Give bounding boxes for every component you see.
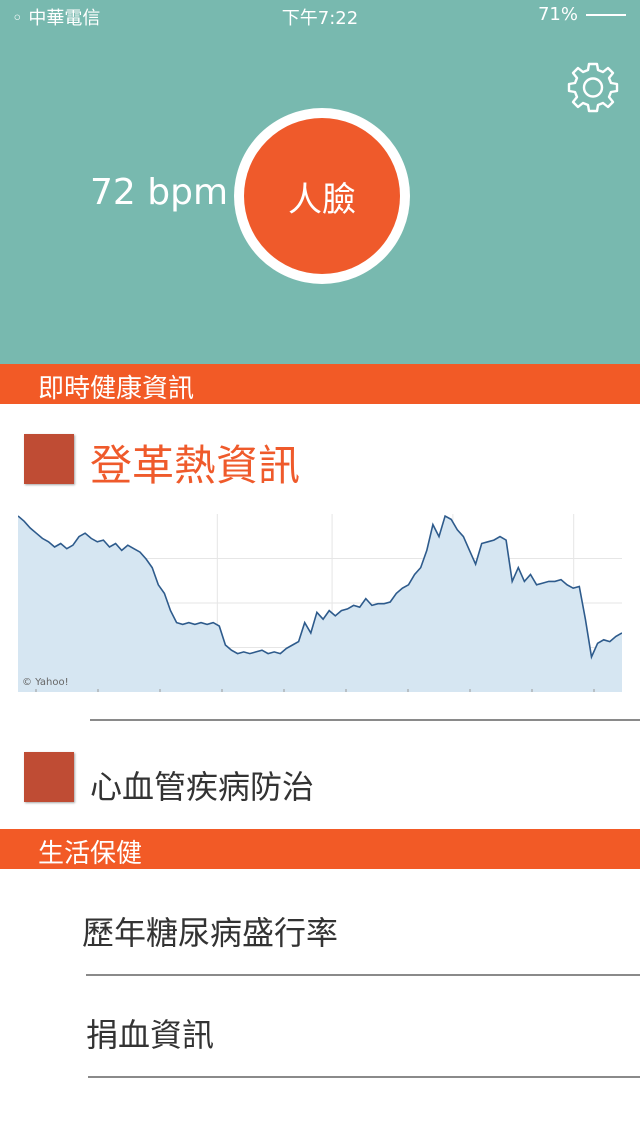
status-bar: ◦ 中華電信 下午7:22 71% [0,0,640,30]
dengue-thumbnail [24,434,74,484]
battery-indicator: 71% [538,4,626,25]
row-divider [88,1076,640,1078]
header-panel: ◦ 中華電信 下午7:22 71% 72 bpm 人臉 [0,0,640,364]
chart-watermark: © Yahoo! [22,677,69,688]
diabetes-rate-item[interactable]: 歷年糖尿病盛行率 [82,908,338,954]
row-divider [90,719,640,721]
battery-percent: 71% [537,4,578,25]
battery-icon [586,13,626,16]
section-label: 生活保健 [38,839,143,869]
section-label: 即時健康資訊 [38,374,195,404]
heart-rate-readout: 72 bpm [90,172,229,213]
row-divider [86,974,640,976]
face-scan-button[interactable]: 人臉 [244,118,400,274]
dengue-info-link[interactable]: 登革熱資訊 [90,432,300,493]
section-header-health-info: 即時健康資訊 [0,364,640,404]
dengue-trend-chart: © Yahoo! [18,514,622,692]
section-header-life-care: 生活保健 [0,829,640,869]
settings-gear-icon[interactable] [566,60,620,114]
blood-donation-item[interactable]: 捐血資訊 [86,1010,214,1056]
cardio-item[interactable]: 心血管疾病防治 [90,762,314,808]
cardio-thumbnail [24,752,74,802]
